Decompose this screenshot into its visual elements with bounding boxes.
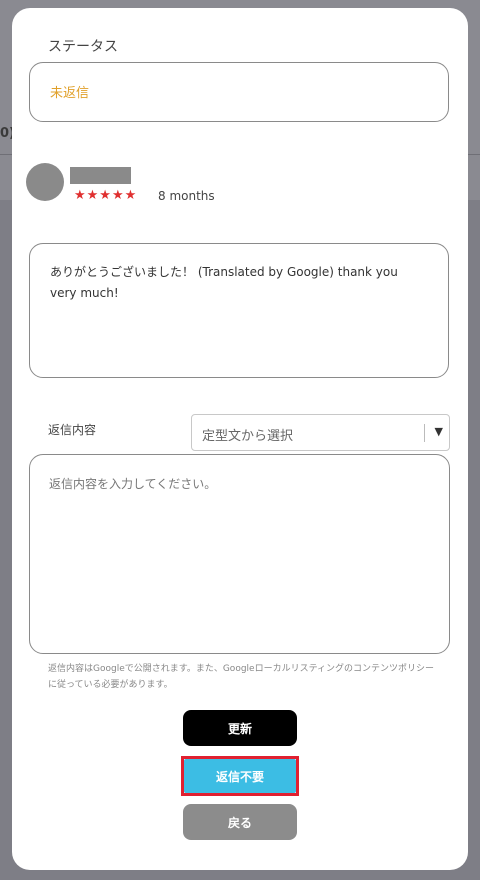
update-button[interactable]: 更新: [183, 710, 297, 746]
review-text: ありがとうございました！ (Translated by Google) than…: [29, 243, 449, 378]
status-value: 未返信: [50, 86, 90, 101]
status-label: ステータス: [48, 39, 118, 55]
reviewer-name-redacted: [70, 167, 131, 184]
reply-label: 返信内容: [48, 423, 97, 437]
back-button[interactable]: 戻る: [183, 804, 297, 840]
reply-modal: ステータス 未返信 ★★★★★ 8 months ありがとうございました！ (T…: [12, 8, 468, 870]
star-rating: ★★★★★: [74, 188, 138, 203]
reply-textarea[interactable]: 返信内容を入力してください。: [29, 454, 450, 654]
template-select[interactable]: 定型文から選択 ▼: [191, 414, 450, 451]
avatar: [26, 163, 64, 201]
review-date: 8 months: [158, 189, 215, 203]
select-divider: [424, 424, 425, 442]
template-select-value: 定型文から選択: [202, 429, 294, 444]
status-box: 未返信: [29, 62, 449, 122]
policy-notice: 返信内容はGoogleで公開されます。また、Googleローカルリスティングのコ…: [48, 664, 435, 690]
chevron-down-icon[interactable]: ▼: [435, 425, 443, 438]
no-reply-button[interactable]: 返信不要: [184, 759, 296, 793]
